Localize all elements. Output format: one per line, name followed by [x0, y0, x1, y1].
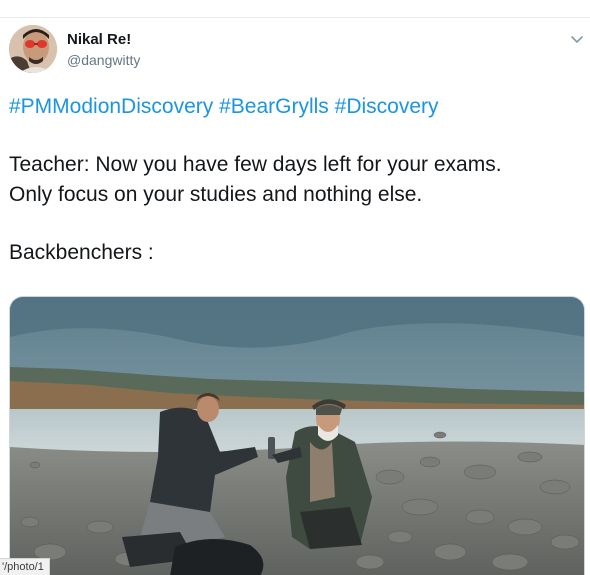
- hashtag-pmmodiondiscovery[interactable]: #PMModionDiscovery: [9, 95, 213, 118]
- user-handle[interactable]: @dangwitty: [67, 52, 140, 68]
- status-bar-url: '/photo/1: [0, 558, 50, 575]
- hashtag-line: #PMModionDiscovery #BearGrylls #Discover…: [9, 92, 584, 122]
- hashtag-beargrylls[interactable]: #BearGrylls: [219, 95, 329, 118]
- tweet-photo[interactable]: [9, 296, 585, 575]
- chevron-down-icon[interactable]: [568, 30, 586, 48]
- top-divider: [0, 17, 590, 18]
- tweet-line-1: Teacher: Now you have few days left for …: [9, 153, 502, 176]
- tweet-line-3: Backbenchers :: [9, 241, 154, 264]
- photo-river-scene: [10, 297, 584, 575]
- avatar-image: [9, 25, 57, 73]
- hashtag-discovery[interactable]: #Discovery: [335, 95, 439, 118]
- tweet-text: #PMModionDiscovery #BearGrylls #Discover…: [9, 92, 584, 268]
- display-name[interactable]: Nikal Re!: [67, 31, 131, 48]
- avatar[interactable]: [9, 25, 57, 73]
- tweet-line-2: Only focus on your studies and nothing e…: [9, 183, 423, 206]
